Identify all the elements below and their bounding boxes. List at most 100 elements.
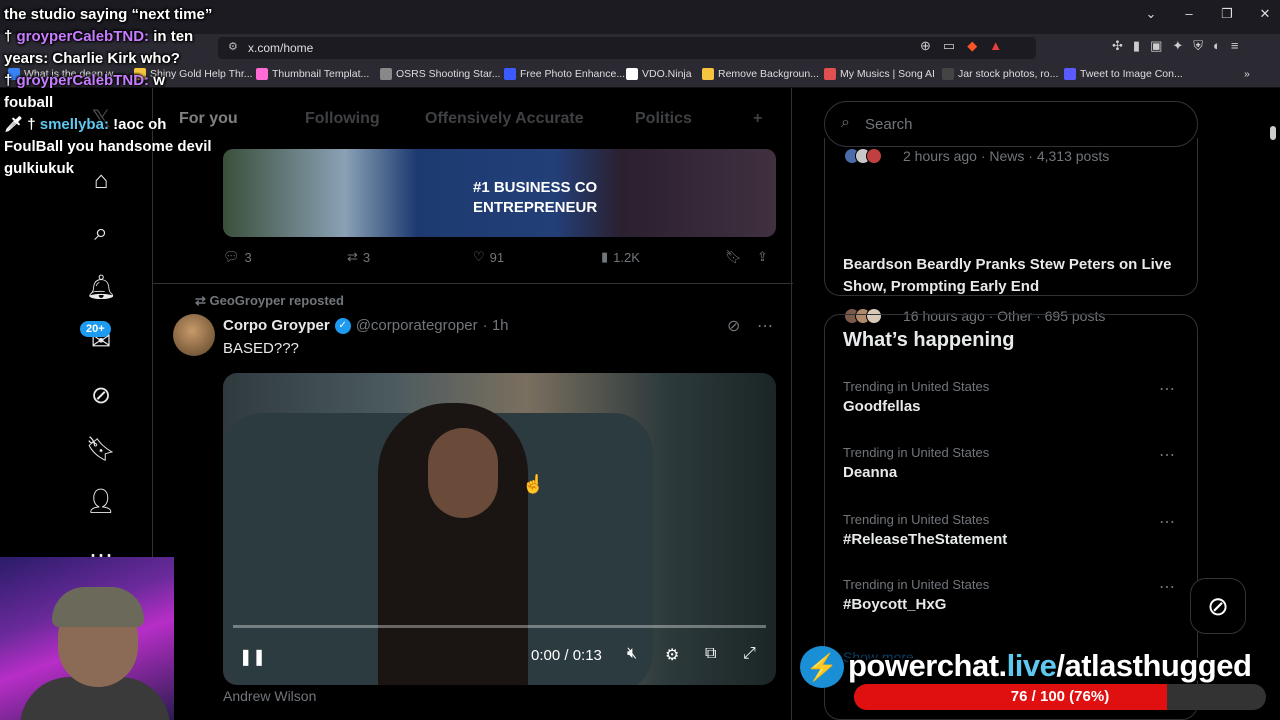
window-controls: ⌄ – ❐ ✕	[1142, 6, 1274, 22]
bookmark-item[interactable]: VDO.Ninja	[626, 68, 692, 80]
bookmark-item[interactable]: My Musics | Song AI	[824, 68, 935, 80]
notifications-icon[interactable]: 🔔︎	[86, 272, 116, 302]
add-tab-icon[interactable]: +	[753, 110, 762, 128]
search-placeholder: Search	[865, 116, 913, 133]
bookmark-item[interactable]: Tweet to Image Con...	[1064, 68, 1183, 80]
bookmark-item[interactable]: OSRS Shooting Star...	[380, 68, 500, 80]
more-options-icon[interactable]: ⋯	[1159, 379, 1175, 399]
video-player[interactable]: ❚❚ 0:00 / 0:13 🔇︎ ⚙ ⧉ ⤢	[223, 373, 776, 685]
divider	[153, 283, 793, 284]
bookmarks-icon[interactable]: 🔖︎	[86, 434, 116, 464]
trend-item[interactable]: Trending in United States Deanna ⋯	[843, 445, 1183, 481]
chat-message: the studio saying “next time”	[4, 6, 213, 23]
search-icon: ⌕	[841, 114, 850, 131]
menu-icon[interactable]: ≡	[1231, 38, 1239, 54]
bookmark-item[interactable]: Jar stock photos, ro...	[942, 68, 1058, 80]
avatar-stack	[844, 148, 882, 164]
chat-message: † groyperCalebTND: w fouball	[4, 72, 165, 111]
extensions-icon[interactable]: ✣	[1112, 38, 1123, 54]
tab-following[interactable]: Following	[305, 110, 380, 128]
more-options-icon[interactable]: ⋯	[757, 316, 773, 336]
bookmark-item[interactable]: Remove Backgroun...	[702, 68, 819, 80]
share-icon[interactable]: ⇪	[757, 249, 768, 265]
trend-item[interactable]: Trending in United States #Boycott_HxG ⋯	[843, 577, 1183, 613]
tab-politics[interactable]: Politics	[635, 110, 692, 128]
tab-offensively-accurate[interactable]: Offensively Accurate	[425, 110, 584, 128]
bookmarks-overflow-icon[interactable]: »	[1244, 68, 1250, 80]
timeline: For you Following Offensively Accurate P…	[152, 88, 793, 720]
webcam-feed	[0, 557, 174, 720]
grok-icon[interactable]: ⊘	[1190, 578, 1246, 634]
reply-button[interactable]: 💬︎ 3	[223, 249, 252, 265]
minimize-icon[interactable]: –	[1180, 6, 1198, 22]
trend-item[interactable]: Trending in United States Goodfellas ⋯	[843, 379, 1183, 415]
more-options-icon[interactable]: ⋯	[1159, 512, 1175, 532]
grok-icon[interactable]: ⊘	[727, 316, 740, 336]
bookmark-favicon-icon	[256, 68, 268, 80]
heart-icon: ♡	[473, 249, 485, 264]
reply-icon: 💬︎	[223, 249, 240, 264]
video-controls: ❚❚ 0:00 / 0:13 🔇︎ ⚙ ⧉ ⤢	[223, 635, 776, 675]
author-handle[interactable]: @corporategroper	[356, 317, 478, 334]
extension-icons: ✣ ▮ ▣ ✦ ⛨ ◐ ≡	[1112, 38, 1238, 54]
tweet-time[interactable]: · 1h	[483, 317, 509, 334]
powerchat-banner: ⚡ powerchat.live/atlasthugged	[800, 646, 1276, 688]
right-sidebar: 2 hours ago · News · 4,313 posts Beardso…	[824, 88, 1199, 720]
settings-icon[interactable]: ⚙	[665, 645, 679, 665]
grok-icon[interactable]: ⊘	[86, 380, 116, 410]
news-title[interactable]: Beardson Beardly Pranks Stew Peters on L…	[843, 254, 1173, 298]
brave-rewards-icon[interactable]: ▲	[989, 38, 1002, 54]
bookmark-favicon-icon	[504, 68, 516, 80]
avatar[interactable]	[173, 314, 215, 356]
brave-shield-icon[interactable]: ◆	[967, 38, 977, 54]
cast-icon[interactable]: ▭	[943, 38, 955, 54]
messages-badge: 20+	[80, 321, 111, 337]
views-button[interactable]: ▮ 1.2K	[601, 249, 640, 265]
goal-text: 76 / 100 (76%)	[1010, 688, 1110, 705]
chat-message: † groyperCalebTND: in ten years: Charlie…	[4, 28, 194, 67]
bookmark-favicon-icon	[626, 68, 638, 80]
close-icon[interactable]: ✕	[1256, 6, 1274, 22]
x-home-page: 𝕏 ⌂ ⌕ 🔔︎ ✉ ⊘ 🔖︎ 👤︎ ⋯ 20+ For you Followi…	[0, 88, 1280, 720]
url-text[interactable]: x.com/home	[248, 41, 313, 55]
bookmark-item[interactable]: Free Photo Enhance...	[504, 68, 625, 80]
profile-icon[interactable]: 👤︎	[86, 486, 116, 516]
bookmark-item[interactable]: Thumbnail Templat...	[256, 68, 369, 80]
fullscreen-icon[interactable]: ⤢	[743, 645, 756, 663]
video-frame	[428, 428, 498, 518]
bookmark-favicon-icon	[702, 68, 714, 80]
pause-icon[interactable]: ❚❚	[239, 647, 266, 667]
mute-icon[interactable]: 🔇︎	[627, 645, 637, 663]
repost-icon: ⇄	[347, 249, 358, 264]
repost-button[interactable]: ⇄ 3	[347, 249, 370, 265]
previous-post-media[interactable]: #1 BUSINESS CO ENTREPRENEUR	[223, 149, 776, 237]
video-progress-bar[interactable]	[233, 625, 766, 628]
donation-goal-bar: 76 / 100 (76%)	[854, 684, 1266, 710]
scrollbar[interactable]	[1270, 126, 1276, 140]
tweet-text: BASED???	[223, 340, 299, 357]
verified-icon: ✓	[334, 317, 351, 334]
wallet-icon[interactable]: ▣	[1150, 38, 1162, 54]
search-icon[interactable]: ⌕	[86, 218, 116, 248]
site-info-icon[interactable]: ⚙	[228, 40, 238, 53]
pip-icon[interactable]: ⧉	[705, 645, 716, 663]
search-input[interactable]: ⌕ Search	[824, 101, 1198, 147]
more-options-icon[interactable]: ⋯	[1159, 577, 1175, 597]
chevron-down-icon[interactable]: ⌄	[1142, 6, 1160, 22]
more-options-icon[interactable]: ⋯	[1159, 445, 1175, 465]
trend-item[interactable]: Trending in United States #ReleaseTheSta…	[843, 512, 1183, 548]
sidebar-icon[interactable]: ▮	[1133, 38, 1140, 54]
media-text: ENTREPRENEUR	[473, 199, 598, 216]
vpn-icon[interactable]: ⛨	[1193, 38, 1203, 54]
theme-icon[interactable]: ◐	[1213, 38, 1221, 54]
restore-icon[interactable]: ❐	[1218, 6, 1236, 22]
news-meta: 2 hours ago · News · 4,313 posts	[903, 148, 1110, 164]
like-button[interactable]: ♡ 91	[473, 249, 504, 265]
leo-icon[interactable]: ✦	[1172, 38, 1183, 54]
bookmark-icon[interactable]: 🔖︎	[725, 249, 742, 265]
address-field[interactable]: ⚙ x.com/home	[218, 37, 1036, 59]
repost-label: ⇄ GeoGroyper reposted	[195, 293, 344, 308]
zoom-icon[interactable]: ⊕	[920, 38, 931, 54]
chat-message: 🗡 † smellyba: !aoc oh FoulBall you hands…	[4, 116, 212, 177]
author-name[interactable]: Corpo Groyper	[223, 317, 330, 334]
